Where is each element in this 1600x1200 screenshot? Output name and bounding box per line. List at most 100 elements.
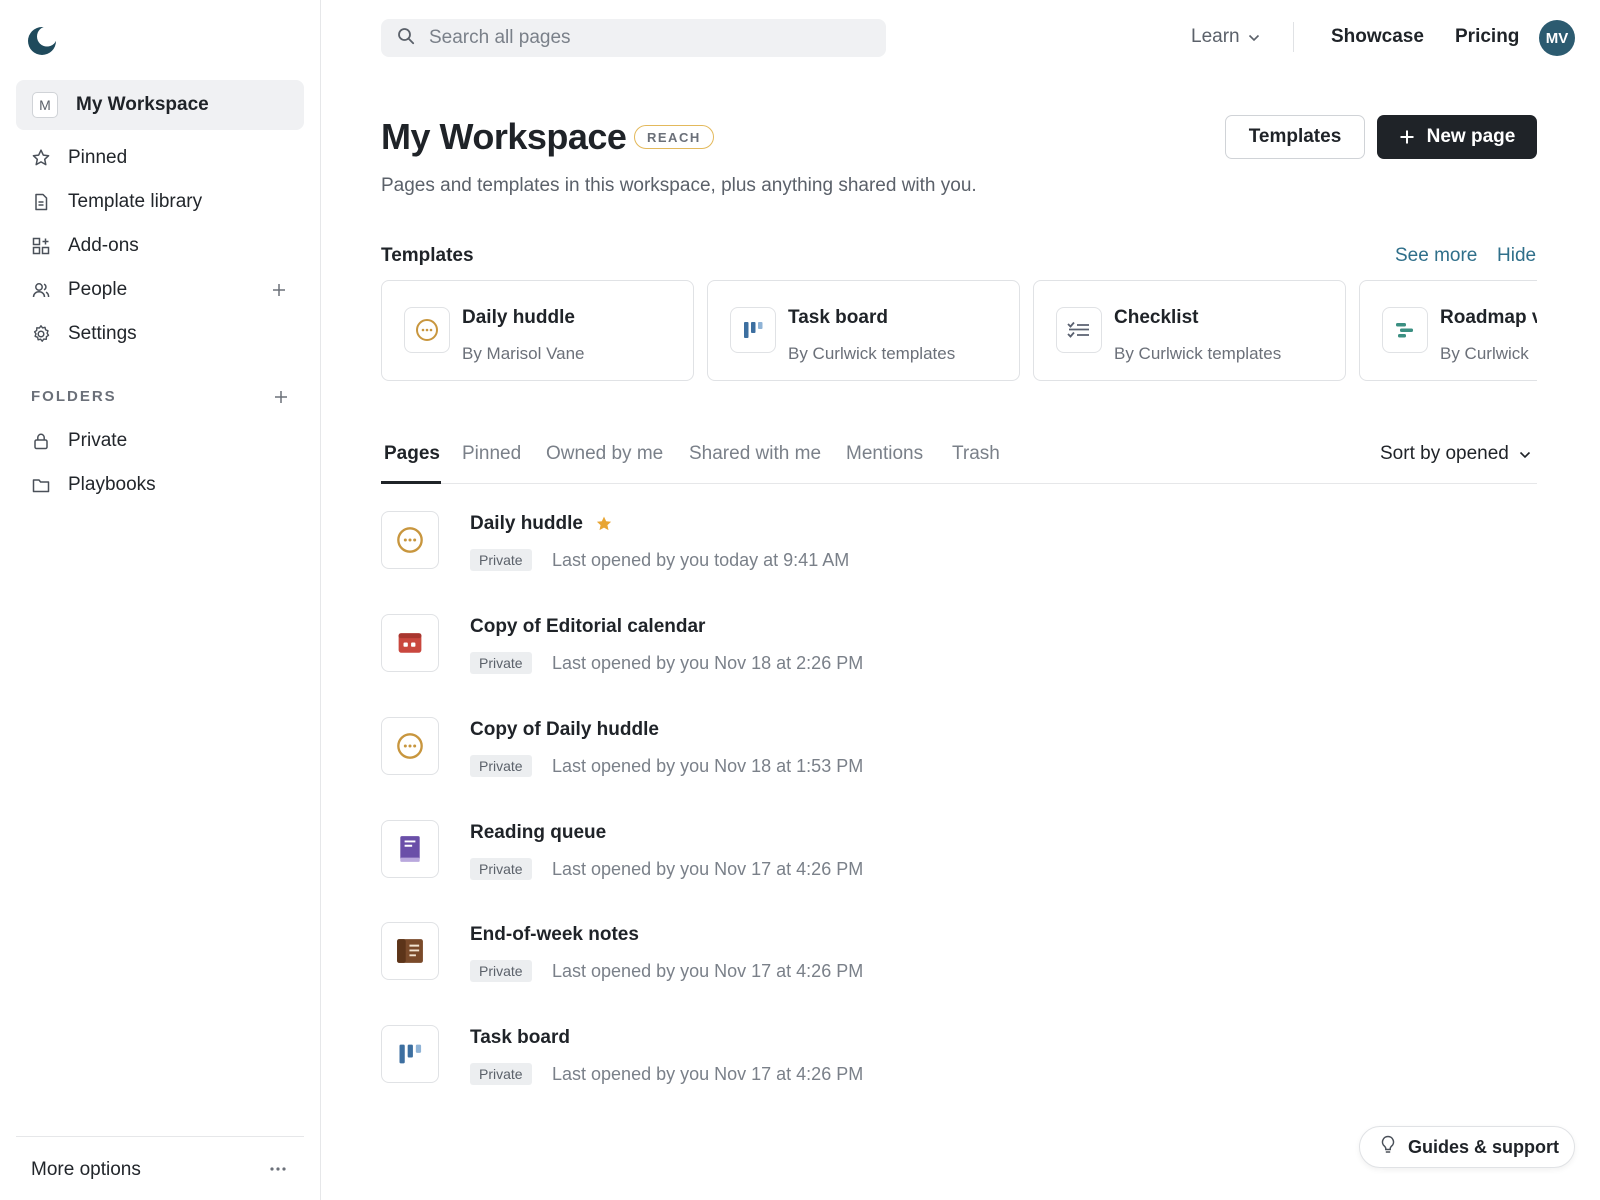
sidebar-footer: More options — [16, 1136, 304, 1200]
sort-label: Sort by opened — [1380, 443, 1509, 464]
tab-owned-by-me[interactable]: Owned by me — [546, 443, 663, 484]
search-bar[interactable] — [381, 19, 886, 57]
search-input[interactable] — [429, 27, 869, 49]
tab-pages[interactable]: Pages — [381, 443, 441, 484]
page-title-cell: Copy of Editorial calendar — [470, 616, 705, 638]
ellipsis-icon[interactable] — [266, 1157, 290, 1181]
sidebar-item-label: Pinned — [68, 147, 128, 168]
more-options-link[interactable]: More options — [31, 1159, 141, 1181]
page-row-title: Copy of Editorial calendar — [470, 616, 706, 637]
page-row[interactable]: Copy of Editorial calendar Private Last … — [381, 614, 1537, 704]
add-folder-icon[interactable] — [270, 386, 292, 408]
pricing-link[interactable]: Pricing — [1455, 26, 1519, 48]
showcase-link[interactable]: Showcase — [1331, 26, 1424, 48]
tab-trash[interactable]: Trash — [952, 443, 1000, 484]
folder-icon — [30, 474, 52, 496]
app-logo-icon[interactable] — [28, 26, 57, 55]
sidebar-item-label: Add-ons — [68, 235, 139, 256]
page-title-cell: Task board — [470, 1027, 570, 1049]
template-name: Daily huddle — [462, 307, 575, 328]
gear-icon — [30, 323, 52, 345]
template-author: By Curlwick templates — [1114, 344, 1282, 363]
sidebar-item-settings[interactable]: Settings — [16, 314, 304, 354]
templates-button[interactable]: Templates — [1225, 115, 1365, 159]
last-opened: Last opened by you Nov 17 at 4:26 PM — [552, 859, 864, 879]
sidebar-item-template-library[interactable]: Template library — [16, 182, 304, 222]
chevron-down-icon — [1519, 443, 1531, 465]
last-opened: Last opened by you Nov 18 at 2:26 PM — [552, 653, 864, 673]
templates-carousel: Daily huddle By Marisol Vane Task board … — [381, 280, 1537, 382]
add-person-icon[interactable] — [268, 279, 290, 301]
page-row[interactable]: Task board Private Last opened by you No… — [381, 1025, 1537, 1115]
template-card[interactable]: Checklist By Curlwick templates — [1033, 280, 1346, 381]
chevron-down-icon — [1248, 26, 1260, 48]
workspace-name: My Workspace — [76, 94, 209, 115]
last-opened: Last opened by you Nov 17 at 4:26 PM — [552, 1064, 864, 1084]
sidebar-item-add-ons[interactable]: Add-ons — [16, 226, 304, 266]
hide-link[interactable]: Hide — [1497, 245, 1536, 267]
page-row-title: Daily huddle — [470, 513, 583, 534]
topbar-divider — [1293, 22, 1294, 52]
template-card[interactable]: Roadmap v By Curlwick — [1359, 280, 1537, 381]
page-title-cell: Daily huddle — [470, 513, 613, 535]
tab-pinned[interactable]: Pinned — [462, 443, 521, 484]
template-author: By Curlwick — [1440, 344, 1529, 363]
roadmap-icon — [1382, 307, 1428, 353]
page-tabs: Pages Pinned Owned by me Shared with me … — [381, 438, 1537, 484]
lightbulb-icon — [1380, 1135, 1396, 1160]
template-card[interactable]: Daily huddle By Marisol Vane — [381, 280, 694, 381]
sidebar: M My Workspace Pinned Template library A… — [0, 0, 321, 1200]
template-name: Task board — [788, 307, 888, 328]
notes-icon — [381, 922, 439, 980]
huddle-icon — [381, 511, 439, 569]
search-icon — [397, 27, 415, 50]
checklist-icon — [1056, 307, 1102, 353]
workspace-switcher[interactable]: M My Workspace — [16, 80, 304, 130]
book-icon — [381, 820, 439, 878]
sort-dropdown[interactable]: Sort by opened — [1380, 443, 1531, 465]
privacy-tag: Private — [470, 960, 532, 982]
last-opened: Last opened by you Nov 17 at 4:26 PM — [552, 961, 864, 981]
people-icon — [30, 279, 52, 301]
sidebar-item-label: People — [68, 279, 128, 300]
page-subtitle: Pages and templates in this workspace, p… — [381, 175, 977, 196]
sidebar-item-people[interactable]: People — [16, 270, 304, 310]
page-row-title: End-of-week notes — [470, 924, 639, 945]
template-name: Checklist — [1114, 307, 1199, 328]
template-author: By Marisol Vane — [462, 344, 585, 363]
page-row-title: Reading queue — [470, 822, 607, 843]
sidebar-item-pinned[interactable]: Pinned — [16, 138, 304, 178]
page-row[interactable]: Reading queue Private Last opened by you… — [381, 820, 1537, 910]
sidebar-item-label: Playbooks — [68, 474, 156, 495]
plan-badge: REACH — [634, 125, 714, 149]
workspace-avatar: M — [32, 92, 58, 118]
star-icon — [30, 147, 52, 169]
sidebar-folder-playbooks[interactable]: Playbooks — [16, 465, 304, 505]
new-page-button[interactable]: New page — [1377, 115, 1537, 159]
privacy-tag: Private — [470, 858, 532, 880]
see-more-link[interactable]: See more — [1395, 245, 1477, 267]
tab-shared-with-me[interactable]: Shared with me — [689, 443, 821, 484]
lock-icon — [30, 430, 52, 452]
new-page-label: New page — [1426, 126, 1516, 147]
sidebar-item-label: Template library — [68, 191, 203, 212]
page-row-title: Copy of Daily huddle — [470, 719, 659, 740]
sidebar-folder-private[interactable]: Private — [16, 421, 304, 461]
template-card[interactable]: Task board By Curlwick templates — [707, 280, 1020, 381]
document-icon — [30, 191, 52, 213]
page-title-cell: Reading queue — [470, 822, 606, 844]
board-icon — [730, 307, 776, 353]
board-icon — [381, 1025, 439, 1083]
page-row[interactable]: Daily huddle Private Last opened by you … — [381, 511, 1537, 601]
sidebar-item-label: Settings — [68, 323, 137, 344]
privacy-tag: Private — [470, 652, 532, 674]
huddle-icon — [381, 717, 439, 775]
page-row[interactable]: Copy of Daily huddle Private Last opened… — [381, 717, 1537, 807]
user-avatar[interactable]: MV — [1539, 20, 1575, 56]
starred-icon[interactable] — [595, 515, 613, 533]
guides-support-button[interactable]: Guides & support — [1359, 1126, 1575, 1168]
learn-menu[interactable]: Learn — [1191, 26, 1260, 48]
page-row[interactable]: End-of-week notes Private Last opened by… — [381, 922, 1537, 1012]
page-row-title: Task board — [470, 1027, 570, 1048]
tab-mentions[interactable]: Mentions — [846, 443, 923, 484]
